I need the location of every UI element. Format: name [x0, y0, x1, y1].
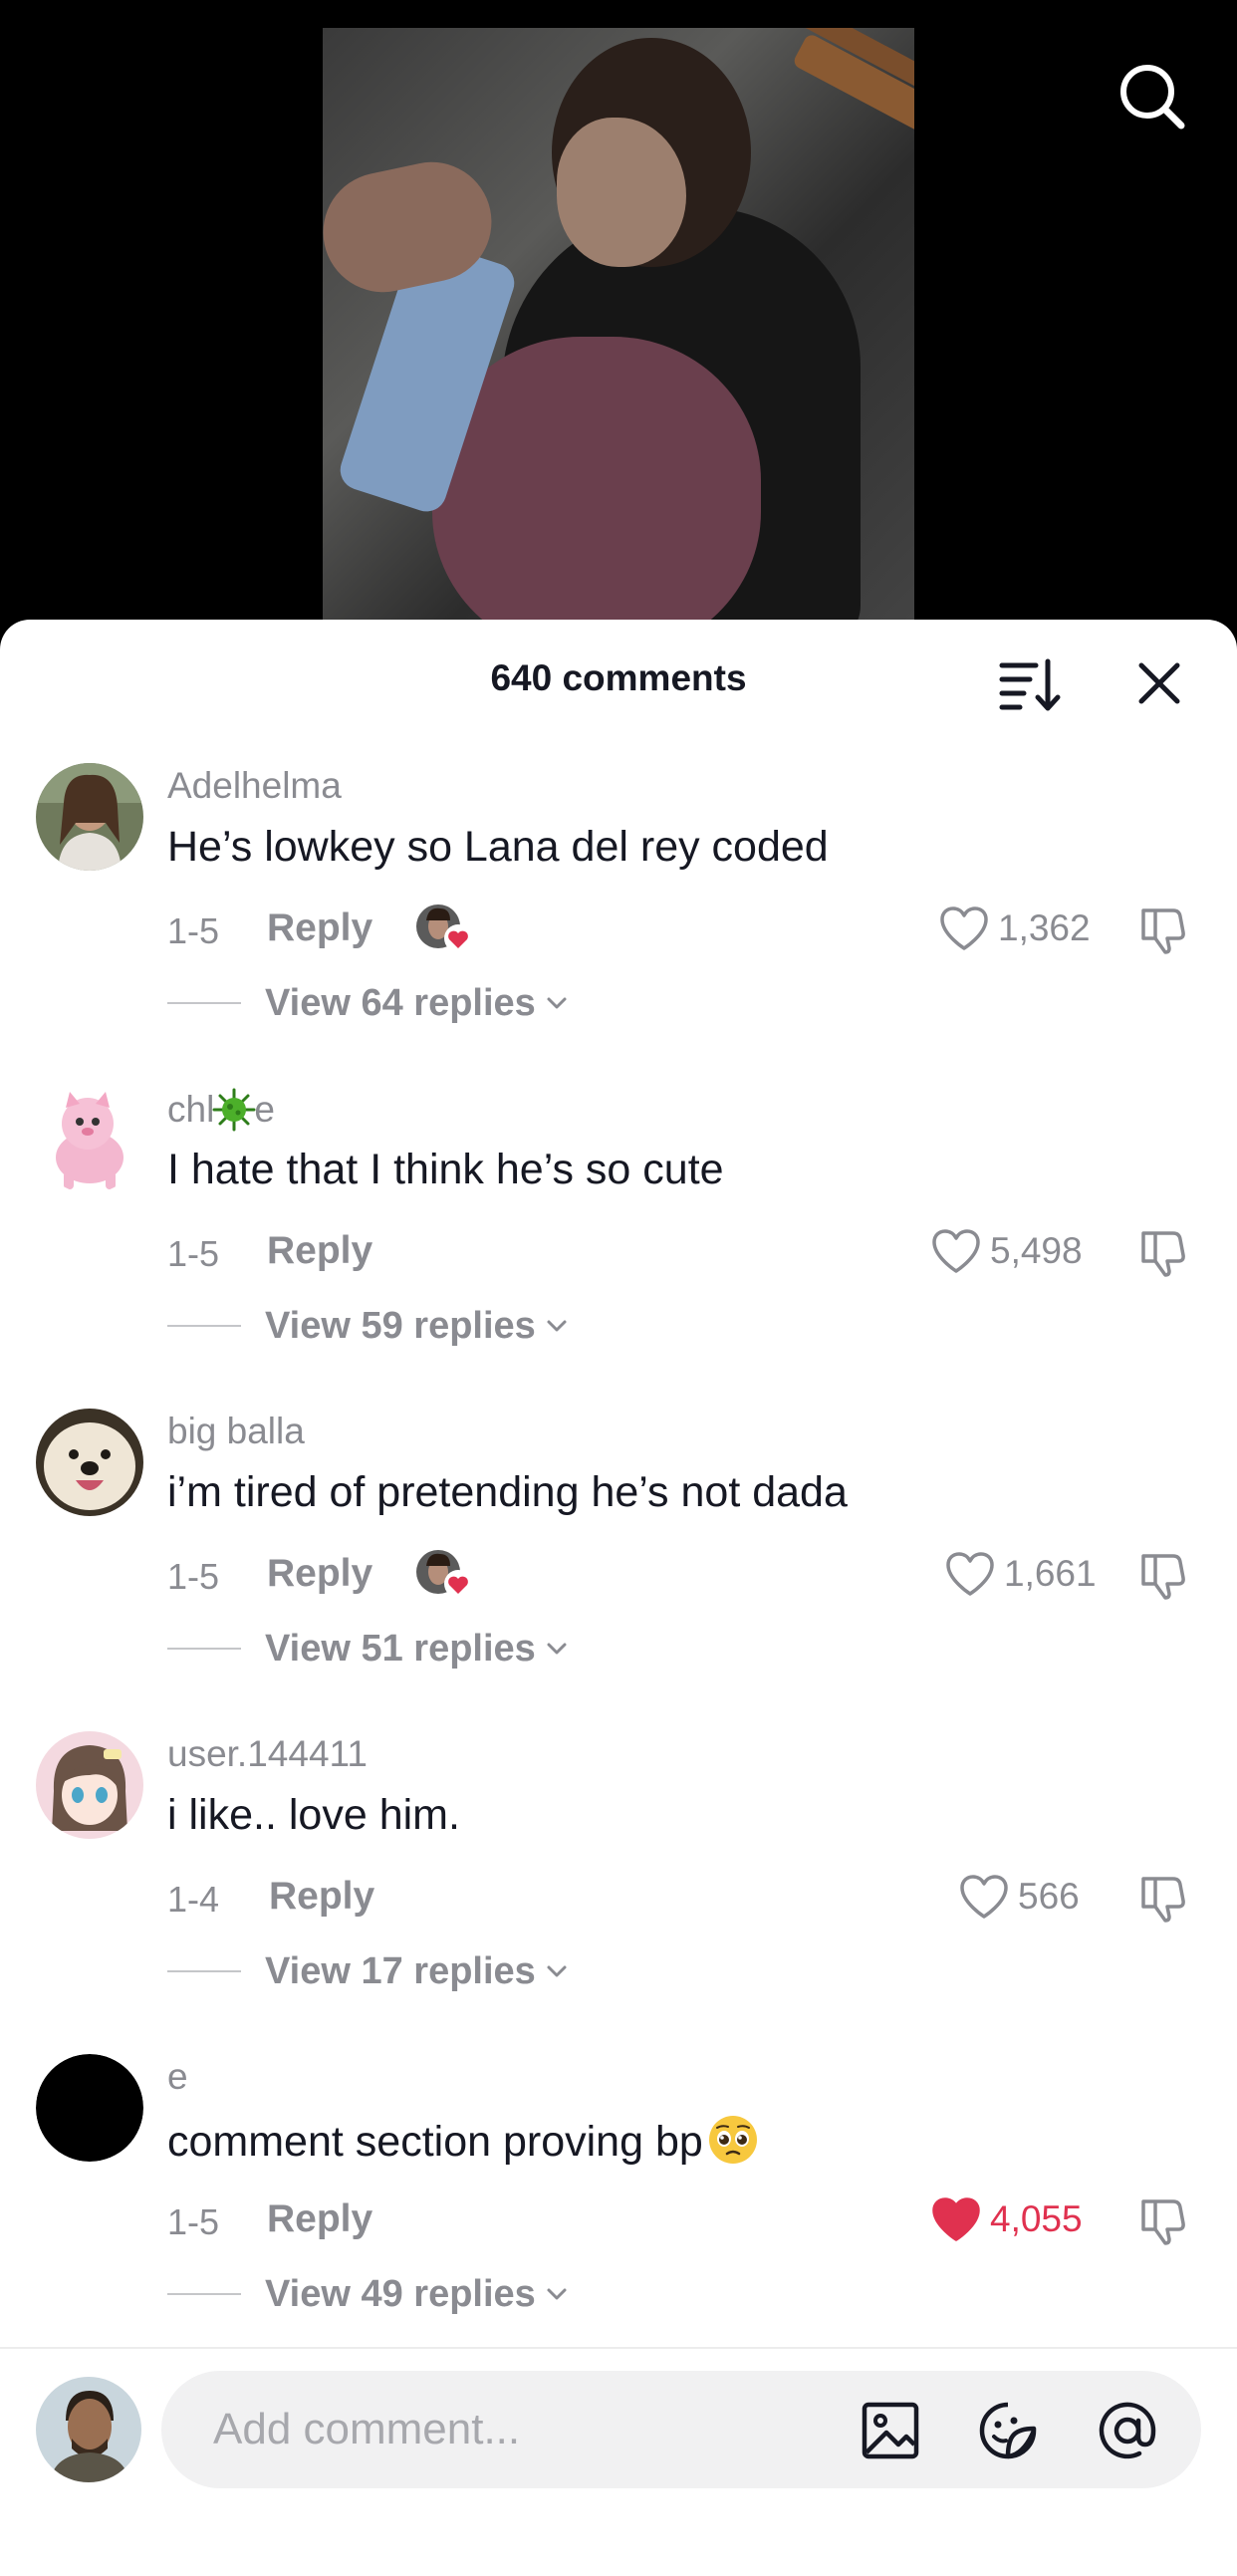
- heart-icon: [960, 1875, 1008, 1919]
- video-player[interactable]: [0, 0, 1237, 638]
- dislike-icon[interactable]: [1135, 2193, 1189, 2247]
- comments-header: 640 comments: [0, 620, 1237, 739]
- view-replies-button[interactable]: View 49 replies: [167, 2269, 572, 2319]
- comment-text-content: comment section proving bp: [167, 2118, 703, 2166]
- comment-input[interactable]: [161, 2371, 1201, 2488]
- like-button[interactable]: 566: [958, 1869, 1080, 1925]
- dislike-icon[interactable]: [1135, 1548, 1189, 1602]
- comment-username[interactable]: chl e: [167, 1088, 275, 1132]
- view-replies-button[interactable]: View 64 replies: [167, 978, 572, 1028]
- view-replies-button[interactable]: View 51 replies: [167, 1624, 572, 1674]
- like-button[interactable]: 4,055: [930, 2191, 1083, 2247]
- creator-liked-badge: [416, 1548, 476, 1600]
- reply-button[interactable]: Reply: [267, 906, 372, 950]
- comment-item: big balla i’m tired of pretending he’s n…: [0, 1389, 1237, 1711]
- comment-username[interactable]: Adelhelma: [167, 765, 342, 807]
- view-replies-label: View 17 replies: [265, 1949, 536, 1992]
- chevron-down-icon: [547, 2288, 567, 2300]
- comment-date: 1-4: [167, 1879, 220, 1920]
- close-icon[interactable]: [1129, 653, 1189, 713]
- comments-sheet: 640 comments Adelhelma He’s lowkey so La…: [0, 620, 1237, 2574]
- dislike-icon[interactable]: [1135, 902, 1189, 956]
- like-button[interactable]: 1,362: [938, 901, 1091, 956]
- comment-date: 1-5: [167, 2201, 220, 2242]
- creator-liked-badge: [416, 902, 476, 954]
- like-count: 566: [1018, 1876, 1080, 1917]
- avatar[interactable]: [36, 2054, 143, 2162]
- comment-date: 1-5: [167, 1556, 220, 1597]
- pleading-face-icon: [708, 2116, 757, 2164]
- sticker-icon[interactable]: [976, 2399, 1040, 2462]
- dislike-icon[interactable]: [1135, 1225, 1189, 1279]
- view-replies-label: View 49 replies: [265, 2272, 536, 2315]
- comment-text: comment section proving bp: [167, 2114, 759, 2167]
- chevron-down-icon: [547, 1643, 567, 1655]
- video-frame[interactable]: [323, 28, 914, 638]
- like-count: 5,498: [990, 1230, 1083, 1271]
- reply-button[interactable]: Reply: [269, 1875, 374, 1919]
- like-count: 1,362: [998, 907, 1091, 948]
- chevron-down-icon: [547, 997, 567, 1009]
- like-count: 4,055: [990, 2198, 1083, 2239]
- comment-item: Adelhelma He’s lowkey so Lana del rey co…: [0, 743, 1237, 1066]
- my-avatar[interactable]: [36, 2377, 141, 2482]
- view-replies-button[interactable]: View 17 replies: [167, 1946, 572, 1996]
- view-replies-label: View 64 replies: [265, 981, 536, 1024]
- comment-text: I hate that I think he’s so cute: [167, 1146, 724, 1193]
- reply-button[interactable]: Reply: [267, 1552, 372, 1596]
- reply-button[interactable]: Reply: [267, 1229, 372, 1273]
- avatar[interactable]: [36, 1409, 143, 1516]
- comment-username[interactable]: big balla: [167, 1411, 305, 1452]
- comment-username[interactable]: e: [167, 2056, 188, 2098]
- avatar[interactable]: [36, 1731, 143, 1839]
- comment-date: 1-5: [167, 1233, 220, 1274]
- username-part: e: [254, 1089, 275, 1130]
- virus-emoji-icon: [212, 1088, 256, 1132]
- chevron-down-icon: [547, 1320, 567, 1332]
- chevron-down-icon: [547, 1965, 567, 1977]
- comment-date: 1-5: [167, 910, 220, 951]
- heart-filled-icon: [932, 2197, 980, 2241]
- comment-text: He’s lowkey so Lana del rey coded: [167, 823, 829, 871]
- sort-icon[interactable]: [996, 653, 1062, 713]
- comment-text: i’m tired of pretending he’s not dada: [167, 1468, 848, 1516]
- heart-icon: [932, 1229, 980, 1273]
- comment-composer: [0, 2347, 1237, 2576]
- like-count: 1,661: [1004, 1553, 1097, 1594]
- reply-button[interactable]: Reply: [267, 2197, 372, 2241]
- comment-item: e comment section proving bp 1-5 Reply 4…: [0, 2034, 1237, 2357]
- dislike-icon[interactable]: [1135, 1871, 1189, 1925]
- comment-item: user.144411 i like.. love him. 1-4 Reply…: [0, 1711, 1237, 2034]
- like-button[interactable]: 5,498: [930, 1223, 1083, 1279]
- heart-icon: [946, 1552, 994, 1596]
- image-icon[interactable]: [859, 2399, 922, 2462]
- comment-text: i like.. love him.: [167, 1791, 460, 1839]
- view-replies-label: View 59 replies: [265, 1304, 536, 1347]
- username-part: chl: [167, 1089, 215, 1130]
- comment-username[interactable]: user.144411: [167, 1733, 368, 1775]
- avatar[interactable]: [36, 763, 143, 871]
- like-button[interactable]: 1,661: [944, 1546, 1097, 1602]
- avatar[interactable]: [36, 1086, 143, 1193]
- view-replies-label: View 51 replies: [265, 1627, 536, 1670]
- search-icon[interactable]: [1115, 60, 1189, 133]
- view-replies-button[interactable]: View 59 replies: [167, 1301, 572, 1351]
- mention-icon[interactable]: [1096, 2399, 1159, 2462]
- heart-icon: [940, 906, 988, 950]
- comment-item: chl e I hate that I think he’s so cute 1…: [0, 1066, 1237, 1389]
